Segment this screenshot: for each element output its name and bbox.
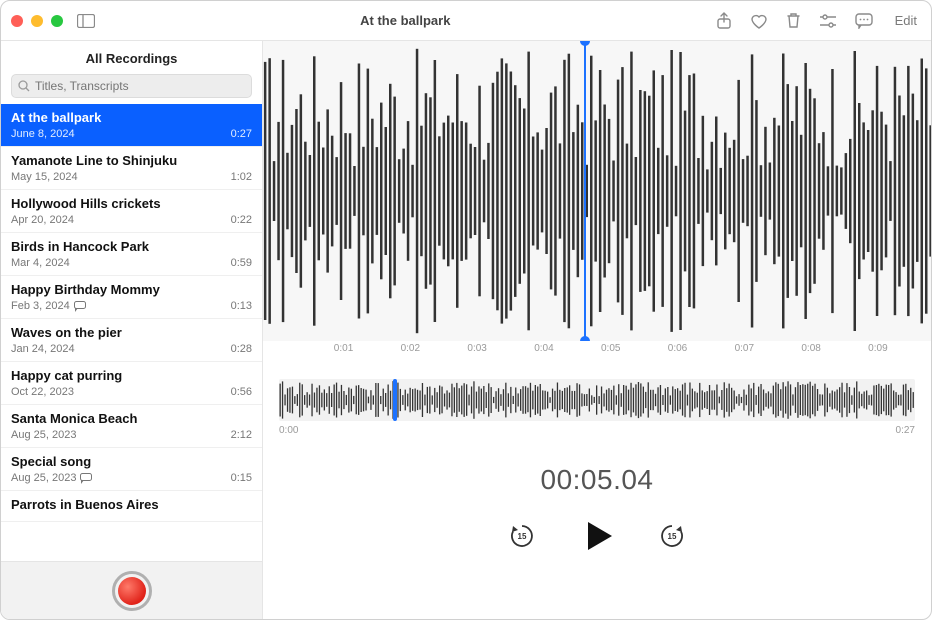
- search-icon: [18, 80, 30, 92]
- record-button[interactable]: [112, 571, 152, 611]
- sidebar-toggle-button[interactable]: [77, 14, 95, 28]
- recording-title: Hollywood Hills crickets: [11, 196, 252, 211]
- recording-list: At the ballpark June 8, 2024 0:27 Yamanote…: [1, 104, 262, 561]
- timecode: 00:05.04: [263, 464, 931, 496]
- trash-button[interactable]: [786, 12, 801, 29]
- recording-date: May 15, 2024: [11, 171, 231, 183]
- recording-item[interactable]: Santa Monica Beach Aug 25, 2023 2:12: [1, 405, 262, 448]
- time-tick: 0:03: [463, 343, 530, 354]
- recording-title: Special song: [11, 454, 252, 469]
- recording-duration: 0:15: [231, 472, 252, 484]
- recording-date: Aug 25, 2023: [11, 429, 231, 441]
- recording-duration: 0:28: [231, 343, 252, 355]
- waveform-area[interactable]: [263, 41, 931, 341]
- sidebar-header: All Recordings: [1, 41, 262, 74]
- timeline: 0:010:020:030:040:050:060:070:080:09: [263, 341, 931, 365]
- toolbar-right: Edit: [716, 11, 921, 30]
- transcript-button[interactable]: [855, 13, 873, 29]
- titlebar: At the ballpark Edit: [1, 1, 931, 41]
- waveform-mini: [279, 379, 915, 421]
- recording-title: Birds in Hancock Park: [11, 239, 252, 254]
- playback-controls: 15 15: [263, 522, 931, 550]
- time-tick: 0:06: [664, 343, 731, 354]
- recording-duration: 0:22: [231, 214, 252, 226]
- recording-duration: 0:27: [231, 128, 252, 140]
- recording-duration: 0:13: [231, 300, 252, 312]
- recording-item[interactable]: Waves on the pier Jan 24, 2024 0:28: [1, 319, 262, 362]
- recording-item[interactable]: Happy cat purring Oct 22, 2023 0:56: [1, 362, 262, 405]
- recording-date: Mar 4, 2024: [11, 257, 231, 269]
- recording-date: Jan 24, 2024: [11, 343, 231, 355]
- time-tick: 0:08: [797, 343, 864, 354]
- time-tick: 0:04: [530, 343, 597, 354]
- favorite-button[interactable]: [750, 13, 768, 29]
- recording-duration: 0:59: [231, 257, 252, 269]
- recording-title: Santa Monica Beach: [11, 411, 252, 426]
- waveform-main: [263, 41, 931, 341]
- recording-title: At the ballpark: [11, 110, 252, 125]
- time-tick: 0:01: [330, 343, 397, 354]
- overview-waveform[interactable]: [279, 379, 915, 421]
- sidebar: All Recordings At the ballpark June 8, 20…: [1, 41, 263, 619]
- main-panel: 0:010:020:030:040:050:060:070:080:09 0:0…: [263, 41, 931, 619]
- recording-duration: 2:12: [231, 429, 252, 441]
- recording-title: Happy cat purring: [11, 368, 252, 383]
- recording-title: Yamanote Line to Shinjuku: [11, 153, 252, 168]
- recording-item[interactable]: At the ballpark June 8, 2024 0:27: [1, 104, 262, 147]
- recording-date: Oct 22, 2023: [11, 386, 231, 398]
- svg-text:15: 15: [668, 532, 677, 541]
- recording-duration: 0:56: [231, 386, 252, 398]
- svg-text:15: 15: [518, 532, 527, 541]
- recording-date: Aug 25, 2023: [11, 472, 231, 484]
- recording-date: June 8, 2024: [11, 128, 231, 140]
- minimize-window-button[interactable]: [31, 15, 43, 27]
- time-tick: 0:05: [597, 343, 664, 354]
- recording-date: Feb 3, 2024: [11, 300, 231, 312]
- range-end: 0:27: [896, 425, 915, 436]
- overview-range: 0:00 0:27: [279, 425, 915, 436]
- skip-back-button[interactable]: 15: [508, 522, 536, 550]
- zoom-window-button[interactable]: [51, 15, 63, 27]
- recording-title: Parrots in Buenos Aires: [11, 497, 252, 512]
- play-button[interactable]: [588, 522, 612, 550]
- recording-item[interactable]: Yamanote Line to Shinjuku May 15, 2024 1:…: [1, 147, 262, 190]
- close-window-button[interactable]: [11, 15, 23, 27]
- time-tick: 0:02: [397, 343, 464, 354]
- record-bar: [1, 561, 262, 619]
- search-field[interactable]: [11, 74, 252, 98]
- playback-settings-button[interactable]: [819, 14, 837, 28]
- share-button[interactable]: [716, 12, 732, 30]
- range-start: 0:00: [279, 425, 298, 436]
- recording-item[interactable]: Happy Birthday Mommy Feb 3, 2024 0:13: [1, 276, 262, 319]
- skip-forward-button[interactable]: 15: [658, 522, 686, 550]
- recording-item[interactable]: Parrots in Buenos Aires: [1, 491, 262, 522]
- recording-title: Waves on the pier: [11, 325, 252, 340]
- time-tick: 0:09: [864, 343, 931, 354]
- window-controls: [11, 15, 63, 27]
- playhead[interactable]: [584, 41, 586, 341]
- recording-title: Happy Birthday Mommy: [11, 282, 252, 297]
- recording-item[interactable]: Special song Aug 25, 2023 0:15: [1, 448, 262, 491]
- edit-button[interactable]: Edit: [891, 11, 921, 30]
- overview-playhead[interactable]: [393, 379, 397, 421]
- window-title: At the ballpark: [95, 13, 716, 28]
- search-input[interactable]: [35, 79, 245, 93]
- recording-item[interactable]: Hollywood Hills crickets Apr 20, 2024 0:2…: [1, 190, 262, 233]
- recording-date: Apr 20, 2024: [11, 214, 231, 226]
- app-window: At the ballpark Edit All Recordings At t…: [0, 0, 932, 620]
- recording-item[interactable]: Birds in Hancock Park Mar 4, 2024 0:59: [1, 233, 262, 276]
- time-tick: 0:07: [731, 343, 798, 354]
- recording-duration: 1:02: [231, 171, 252, 183]
